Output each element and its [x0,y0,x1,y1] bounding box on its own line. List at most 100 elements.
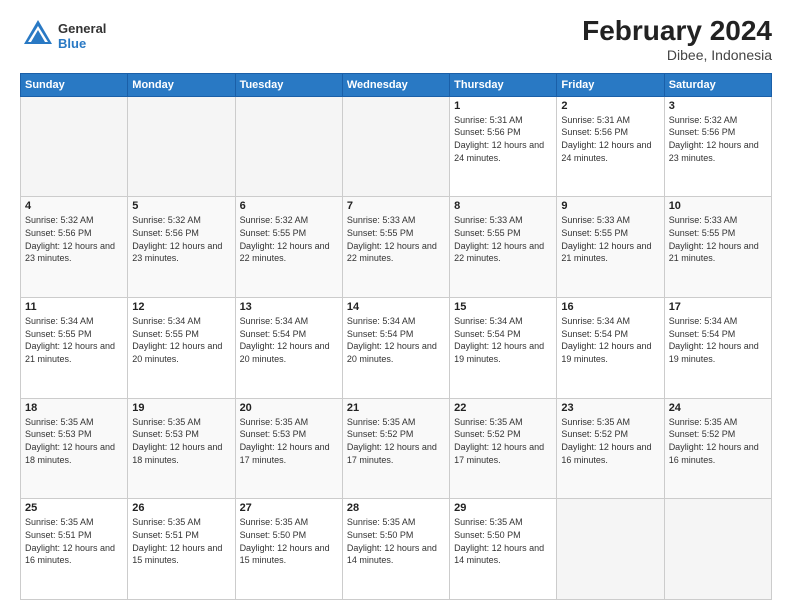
calendar-header-cell: Thursday [450,73,557,96]
logo-general-text: General [58,22,106,36]
day-number: 23 [561,402,659,414]
calendar-header-cell: Sunday [21,73,128,96]
day-number: 21 [347,402,445,414]
calendar-cell: 4 Sunrise: 5:32 AMSunset: 5:56 PMDaylight… [21,197,128,298]
calendar-week-row: 11Sunrise: 5:34 AMSunset: 5:55 PMDayligh… [21,298,772,399]
calendar-cell: 16 Sunrise: 5:34 AMSunset: 5:54 PMDayligh… [557,298,664,399]
day-number: 29 [454,502,552,514]
day-number: 1 [454,100,552,112]
day-number: 8 [454,200,552,212]
page: General Blue February 2024 Dibee, Indone… [0,0,792,612]
calendar-cell: 8 Sunrise: 5:33 AMSunset: 5:55 PMDaylight… [450,197,557,298]
day-info: Sunrise: 5:32 AMSunset: 5:56 PMDaylight:… [132,214,230,264]
calendar-cell: 25 Sunrise: 5:35 AMSunset: 5:51 PMDayligh… [21,499,128,600]
day-number: 18 [25,402,123,414]
day-info: Sunrise: 5:35 AMSunset: 5:50 PMDaylight:… [454,516,552,566]
calendar-body: 1 Sunrise: 5:31 AMSunset: 5:56 PMDaylight… [21,96,772,599]
day-info: Sunrise: 5:35 AMSunset: 5:51 PMDaylight:… [132,516,230,566]
header: General Blue February 2024 Dibee, Indone… [20,16,772,63]
day-info: Sunrise: 5:35 AMSunset: 5:53 PMDaylight:… [132,416,230,466]
calendar-header-cell: Tuesday [235,73,342,96]
calendar-cell: 15 Sunrise: 5:34 AMSunset: 5:54 PMDayligh… [450,298,557,399]
day-number: 3 [669,100,767,112]
calendar: SundayMondayTuesdayWednesdayThursdayFrid… [20,73,772,600]
day-number: 16 [561,301,659,313]
day-number: 19 [132,402,230,414]
day-number: 14 [347,301,445,313]
calendar-week-row: 4 Sunrise: 5:32 AMSunset: 5:56 PMDaylight… [21,197,772,298]
day-info: Sunrise: 5:33 AMSunset: 5:55 PMDaylight:… [347,214,445,264]
calendar-cell: 22Sunrise: 5:35 AMSunset: 5:52 PMDayligh… [450,398,557,499]
day-info: Sunrise: 5:35 AMSunset: 5:52 PMDaylight:… [669,416,767,466]
calendar-cell: 7 Sunrise: 5:33 AMSunset: 5:55 PMDaylight… [342,197,449,298]
calendar-cell: 6Sunrise: 5:32 AMSunset: 5:55 PMDaylight… [235,197,342,298]
day-info: Sunrise: 5:34 AMSunset: 5:55 PMDaylight:… [132,315,230,365]
day-number: 6 [240,200,338,212]
calendar-cell [557,499,664,600]
calendar-cell: 24 Sunrise: 5:35 AMSunset: 5:52 PMDayligh… [664,398,771,499]
calendar-cell [664,499,771,600]
day-info: Sunrise: 5:33 AMSunset: 5:55 PMDaylight:… [454,214,552,264]
logo: General Blue [20,16,106,57]
calendar-cell: 17 Sunrise: 5:34 AMSunset: 5:54 PMDayligh… [664,298,771,399]
calendar-cell [128,96,235,197]
day-number: 20 [240,402,338,414]
day-info: Sunrise: 5:33 AMSunset: 5:55 PMDaylight:… [669,214,767,264]
calendar-week-row: 25 Sunrise: 5:35 AMSunset: 5:51 PMDayligh… [21,499,772,600]
day-number: 17 [669,301,767,313]
calendar-cell: 3Sunrise: 5:32 AMSunset: 5:56 PMDaylight… [664,96,771,197]
day-info: Sunrise: 5:35 AMSunset: 5:51 PMDaylight:… [25,516,123,566]
calendar-cell [235,96,342,197]
day-number: 13 [240,301,338,313]
day-info: Sunrise: 5:34 AMSunset: 5:54 PMDaylight:… [669,315,767,365]
day-info: Sunrise: 5:31 AMSunset: 5:56 PMDaylight:… [561,114,659,164]
day-info: Sunrise: 5:34 AMSunset: 5:55 PMDaylight:… [25,315,123,365]
calendar-cell: 23Sunrise: 5:35 AMSunset: 5:52 PMDayligh… [557,398,664,499]
day-number: 27 [240,502,338,514]
calendar-cell: 19 Sunrise: 5:35 AMSunset: 5:53 PMDayligh… [128,398,235,499]
calendar-table: SundayMondayTuesdayWednesdayThursdayFrid… [20,73,772,600]
calendar-cell: 29 Sunrise: 5:35 AMSunset: 5:50 PMDayligh… [450,499,557,600]
calendar-cell: 11Sunrise: 5:34 AMSunset: 5:55 PMDayligh… [21,298,128,399]
calendar-cell: 10 Sunrise: 5:33 AMSunset: 5:55 PMDayligh… [664,197,771,298]
day-info: Sunrise: 5:34 AMSunset: 5:54 PMDaylight:… [561,315,659,365]
day-info: Sunrise: 5:35 AMSunset: 5:50 PMDaylight:… [347,516,445,566]
calendar-cell: 27 Sunrise: 5:35 AMSunset: 5:50 PMDayligh… [235,499,342,600]
calendar-cell: 13 Sunrise: 5:34 AMSunset: 5:54 PMDayligh… [235,298,342,399]
day-info: Sunrise: 5:33 AMSunset: 5:55 PMDaylight:… [561,214,659,264]
calendar-cell: 1Sunrise: 5:31 AMSunset: 5:56 PMDaylight… [450,96,557,197]
month-year: February 2024 [582,16,772,47]
day-number: 7 [347,200,445,212]
day-number: 25 [25,502,123,514]
day-number: 2 [561,100,659,112]
day-number: 10 [669,200,767,212]
day-info: Sunrise: 5:35 AMSunset: 5:50 PMDaylight:… [240,516,338,566]
day-info: Sunrise: 5:34 AMSunset: 5:54 PMDaylight:… [347,315,445,365]
day-number: 24 [669,402,767,414]
day-number: 26 [132,502,230,514]
calendar-cell: 14 Sunrise: 5:34 AMSunset: 5:54 PMDayligh… [342,298,449,399]
day-number: 4 [25,200,123,212]
location: Dibee, Indonesia [582,47,772,63]
day-info: Sunrise: 5:32 AMSunset: 5:56 PMDaylight:… [25,214,123,264]
day-number: 12 [132,301,230,313]
day-number: 15 [454,301,552,313]
calendar-header-row: SundayMondayTuesdayWednesdayThursdayFrid… [21,73,772,96]
logo-blue-text: Blue [58,37,106,51]
day-number: 28 [347,502,445,514]
day-info: Sunrise: 5:34 AMSunset: 5:54 PMDaylight:… [454,315,552,365]
day-info: Sunrise: 5:34 AMSunset: 5:54 PMDaylight:… [240,315,338,365]
calendar-cell: 5 Sunrise: 5:32 AMSunset: 5:56 PMDaylight… [128,197,235,298]
calendar-cell: 28 Sunrise: 5:35 AMSunset: 5:50 PMDayligh… [342,499,449,600]
title-area: February 2024 Dibee, Indonesia [582,16,772,63]
day-info: Sunrise: 5:35 AMSunset: 5:53 PMDaylight:… [25,416,123,466]
calendar-cell: 18 Sunrise: 5:35 AMSunset: 5:53 PMDayligh… [21,398,128,499]
calendar-week-row: 1 Sunrise: 5:31 AMSunset: 5:56 PMDaylight… [21,96,772,197]
calendar-cell: 21Sunrise: 5:35 AMSunset: 5:52 PMDayligh… [342,398,449,499]
day-info: Sunrise: 5:35 AMSunset: 5:53 PMDaylight:… [240,416,338,466]
day-number: 5 [132,200,230,212]
calendar-week-row: 18 Sunrise: 5:35 AMSunset: 5:53 PMDayligh… [21,398,772,499]
day-number: 22 [454,402,552,414]
calendar-header-cell: Friday [557,73,664,96]
calendar-cell: 2 Sunrise: 5:31 AMSunset: 5:56 PMDaylight… [557,96,664,197]
